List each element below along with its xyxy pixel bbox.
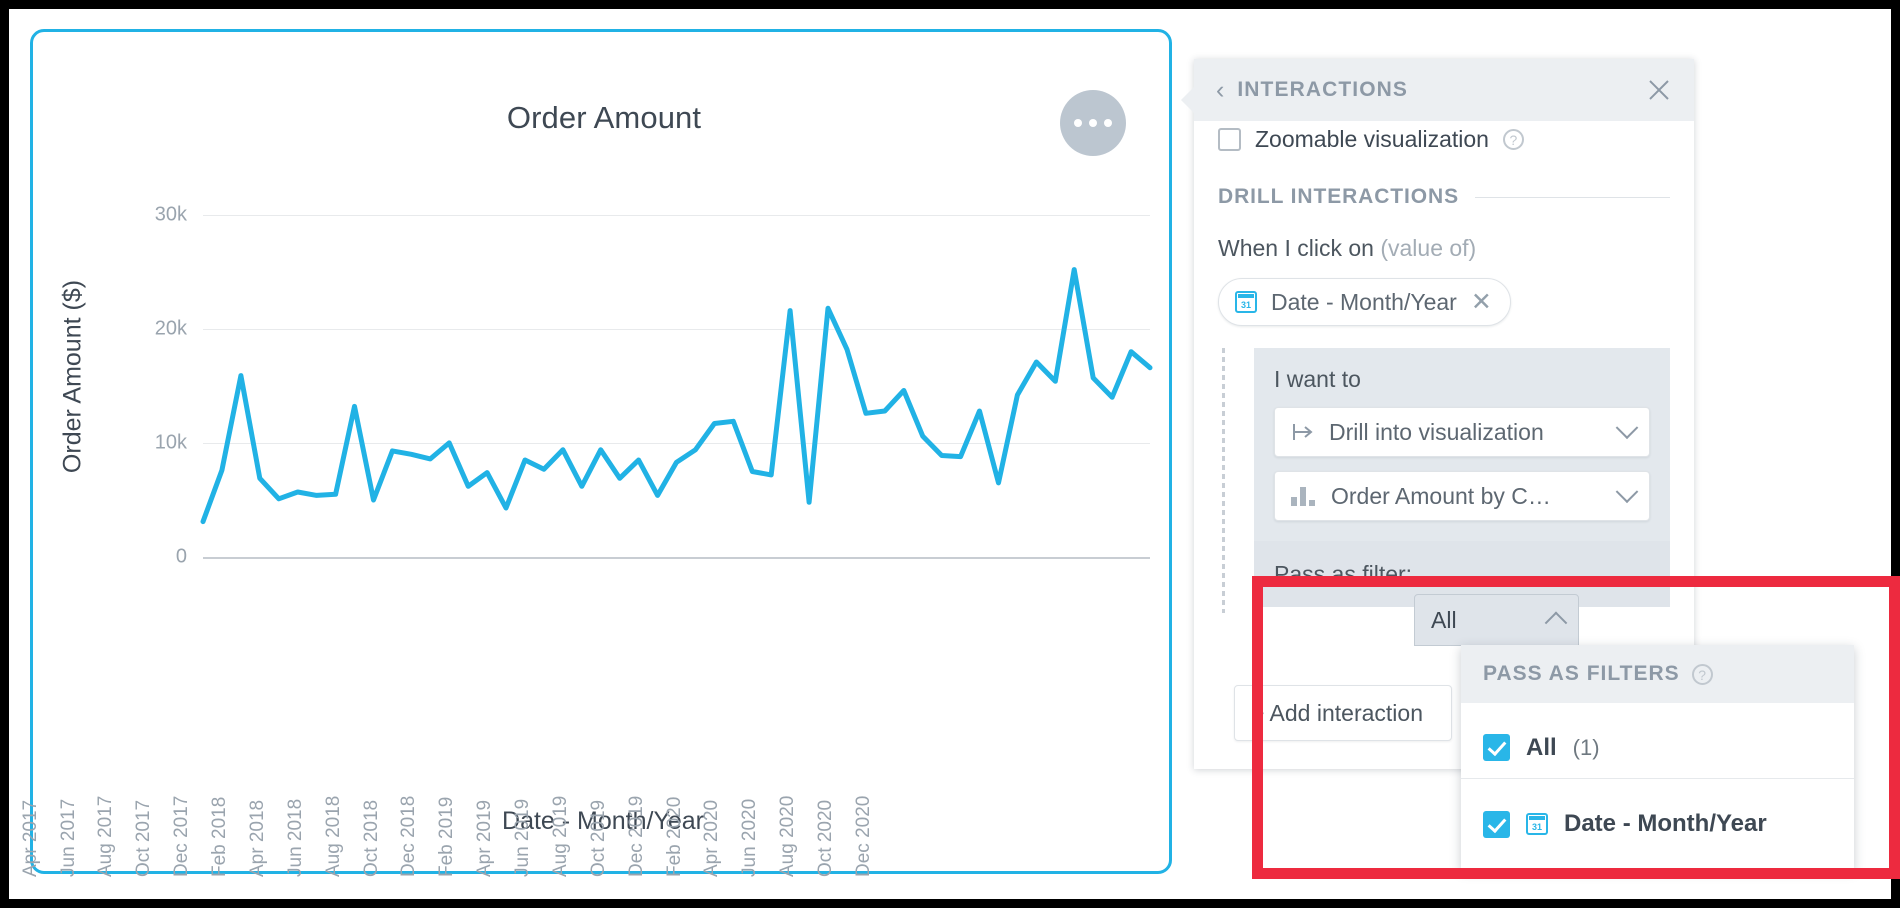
panel-title: INTERACTIONS [1237, 78, 1408, 102]
chevron-left-icon[interactable]: ‹ [1216, 78, 1224, 103]
target-visualization-select[interactable]: Order Amount by C… [1274, 471, 1650, 521]
close-icon[interactable] [1644, 75, 1674, 105]
drill-interaction-block: I want to Drill into visualization [1218, 348, 1670, 607]
bar [1300, 487, 1306, 506]
help-icon[interactable]: ? [1692, 664, 1713, 685]
pass-as-filter-value: All [1431, 607, 1548, 634]
dropdown-spacer [1461, 855, 1854, 869]
pass-as-filter-label: Pass as filter: [1274, 561, 1412, 588]
checkbox-checked[interactable] [1483, 811, 1510, 838]
add-interaction-button[interactable]: + Add interaction [1234, 685, 1452, 741]
x-axis-tick-label: Dec 2020 [853, 796, 1157, 877]
when-i-click-on-text: When I click on (value of) [1218, 235, 1670, 262]
app-canvas: Order Amount Order Amount ($) Date - Mon… [9, 9, 1891, 899]
dropdown-spacer [1461, 779, 1854, 793]
when-text: When I click on [1218, 235, 1380, 261]
bar [1291, 497, 1297, 506]
field-chip-date-month-year[interactable]: 31 Date - Month/Year ✕ [1218, 278, 1511, 326]
drill-into-icon [1291, 422, 1315, 442]
chart-tile[interactable]: Order Amount Order Amount ($) Date - Mon… [30, 29, 1172, 874]
i-want-to-card: I want to Drill into visualization [1254, 348, 1670, 541]
dropdown-item-label: All [1526, 734, 1557, 762]
dotted-connector [1222, 348, 1225, 613]
dropdown-header: PASS AS FILTERS ? [1461, 645, 1854, 703]
zoomable-visualization-row[interactable]: Zoomable visualization ? [1218, 121, 1670, 155]
when-muted-text: (value of) [1380, 235, 1476, 261]
help-icon[interactable]: ? [1503, 129, 1524, 150]
zoomable-label: Zoomable visualization [1255, 126, 1489, 153]
screenshot-frame: Order Amount Order Amount ($) Date - Mon… [0, 0, 1900, 908]
zoomable-checkbox[interactable] [1218, 128, 1241, 151]
calendar-icon: 31 [1235, 291, 1257, 313]
series-path [203, 270, 1150, 522]
checkbox-checked[interactable] [1483, 734, 1510, 761]
pass-as-filters-dropdown[interactable]: PASS AS FILTERS ? All (1) 31 Date - Mont… [1461, 645, 1854, 869]
action-select[interactable]: Drill into visualization [1274, 407, 1650, 457]
pass-as-filter-select[interactable]: All [1414, 594, 1579, 646]
close-icon[interactable]: ✕ [1471, 290, 1492, 315]
dropdown-item-all[interactable]: All (1) [1461, 717, 1854, 779]
bar [1309, 500, 1315, 506]
target-select-value: Order Amount by C… [1331, 483, 1605, 510]
panel-header: ‹ INTERACTIONS [1194, 59, 1694, 121]
chevron-up-icon[interactable] [1545, 612, 1568, 635]
dropdown-item-count: (1) [1573, 735, 1600, 761]
panel-notch [1181, 87, 1194, 113]
calendar-day-label: 31 [1237, 300, 1255, 311]
field-chip-label: Date - Month/Year [1271, 289, 1457, 316]
chevron-down-icon[interactable] [1616, 480, 1639, 503]
calendar-day-label: 31 [1528, 822, 1546, 833]
calendar-icon: 31 [1526, 813, 1548, 835]
bar-chart-icon [1291, 486, 1317, 506]
drill-interactions-section-header: DRILL INTERACTIONS [1218, 185, 1670, 209]
section-divider [1475, 197, 1670, 198]
dropdown-item-date-month-year[interactable]: 31 Date - Month/Year [1461, 793, 1854, 855]
i-want-to-label: I want to [1274, 366, 1650, 393]
dropdown-item-label: Date - Month/Year [1564, 810, 1767, 838]
dropdown-header-title: PASS AS FILTERS [1483, 662, 1680, 686]
line-chart[interactable]: Order Amount ($) Date - Month/Year 010k2… [33, 32, 1175, 877]
chevron-down-icon[interactable] [1616, 416, 1639, 439]
series-line [33, 32, 1175, 877]
drill-interactions-title: DRILL INTERACTIONS [1218, 185, 1459, 209]
dropdown-spacer [1461, 703, 1854, 717]
action-select-value: Drill into visualization [1329, 419, 1605, 446]
